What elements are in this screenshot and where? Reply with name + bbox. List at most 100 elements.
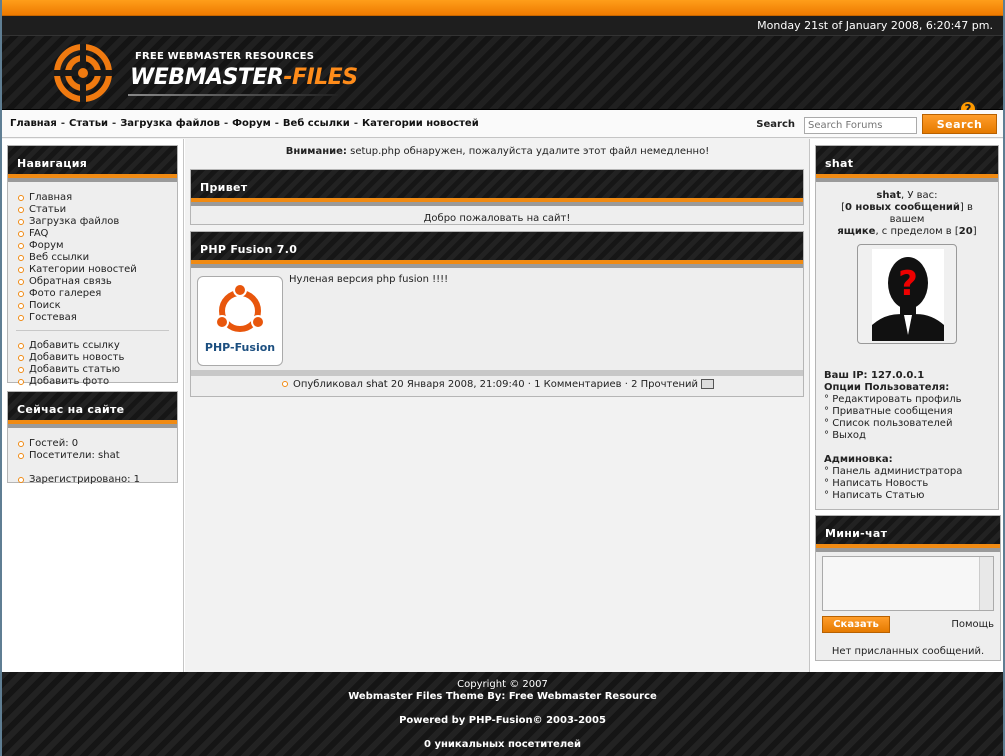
top-navigation: Главная - Статьи - Загрузка файлов - Форум - Веб…	[2, 110, 1003, 138]
online-guests: Гостей: 0	[16, 438, 169, 450]
online-registered: Зарегистрировано: 1	[16, 474, 169, 486]
news-reads: 2 Прочтений	[631, 379, 699, 390]
nav-separator: -	[274, 118, 279, 129]
user-panel-title: shat	[816, 146, 998, 182]
nav-item-contact[interactable]: Обратная связь	[16, 276, 169, 288]
avatar: ?	[857, 244, 957, 344]
online-visitors: Посетители: shat	[16, 450, 169, 462]
nav-item-articles[interactable]: Статьи	[16, 204, 169, 216]
bullet-icon	[18, 355, 24, 361]
footer-theme-credit[interactable]: Webmaster Files Theme By: Free Webmaster…	[2, 691, 1003, 703]
bullet-icon	[18, 219, 24, 225]
bullet-icon	[18, 267, 24, 273]
top-orange-bar	[2, 0, 1003, 16]
site-header: FREE WEBMASTER RESOURCES WEBMASTER-FILES…	[2, 36, 1003, 118]
bullet-icon	[18, 379, 24, 385]
nav-item-search[interactable]: Поиск	[16, 300, 169, 312]
nav-separator: -	[60, 118, 66, 129]
bullet-icon	[18, 303, 24, 309]
footer-copyright: Copyright © 2007	[457, 679, 548, 690]
logo-title-main: WEBMASTER	[130, 65, 284, 90]
search-button[interactable]: Search	[922, 114, 997, 134]
nav-item-home[interactable]: Главная	[16, 192, 169, 204]
nav-item-downloads[interactable]: Загрузка файлов	[16, 216, 169, 228]
setup-warning: Внимание: setup.php обнаружен, пожалуйст…	[185, 146, 810, 157]
navigation-panel-title: Навигация	[8, 146, 177, 182]
news-text: Нуленая версия php fusion !!!!	[289, 274, 449, 285]
nav-item-add-article[interactable]: Добавить статью	[16, 364, 169, 376]
right-column: shat shat, У вас: [0 новых сообщений] в …	[811, 139, 1003, 672]
bullet-icon	[18, 243, 24, 249]
site-footer: Copyright © 2007 Webmaster Files Theme B…	[2, 672, 1003, 756]
nav-link-weblinks[interactable]: Веб ссылки	[283, 118, 350, 129]
news-comments-link[interactable]: 1 Комментариев	[534, 379, 621, 390]
option-private-messages[interactable]: ° Приватные сообщения	[824, 406, 990, 418]
nav-links: Главная - Статьи - Загрузка файлов - Форум - Веб…	[10, 118, 479, 129]
nav-item-weblinks[interactable]: Веб ссылки	[16, 252, 169, 264]
search-input[interactable]	[804, 117, 917, 134]
admin-write-news-link[interactable]: ° Написать Новость	[824, 478, 990, 490]
minichat-help-link[interactable]: Помощь	[951, 619, 994, 630]
minichat-messages-area[interactable]	[822, 556, 994, 611]
nav-item-photogallery[interactable]: Фото галерея	[16, 288, 169, 300]
logo-underline	[128, 94, 338, 96]
online-panel: Сейчас на сайте Гостей: 0 Посетители: sh…	[7, 391, 178, 486]
bullet-icon	[18, 279, 24, 285]
news-image-label: PHP-Fusion	[204, 341, 276, 354]
warning-label: Внимание:	[285, 146, 347, 157]
option-members-list[interactable]: ° Список пользователей	[824, 418, 990, 430]
svg-text:?: ?	[898, 264, 918, 304]
minichat-title: Мини-чат	[816, 516, 1000, 552]
navigation-panel: Навигация Главная Статьи Загрузка файлов…	[7, 145, 178, 387]
new-messages-link[interactable]: 0 новых сообщений	[845, 202, 960, 213]
left-column: Навигация Главная Статьи Загрузка файлов…	[2, 139, 184, 672]
footer-powered-by[interactable]: Powered by PHP-Fusion© 2003-2005	[2, 715, 1003, 727]
nav-separator: -	[353, 118, 358, 129]
minichat-empty-text: Нет присланных сообщений.	[831, 646, 985, 657]
minichat-scrollbar[interactable]	[979, 557, 993, 610]
welcome-panel: Привет Добро пожаловать на сайт!	[190, 169, 804, 225]
welcome-panel-title: Привет	[191, 170, 803, 206]
news-meta: Опубликовал shat 20 Января 2008, 21:09:4…	[191, 379, 803, 390]
logo-title-accent: -FILES	[283, 65, 358, 90]
bullet-icon	[18, 255, 24, 261]
logo-title[interactable]: WEBMASTER-FILES	[130, 65, 358, 90]
say-button[interactable]: Сказать	[822, 616, 890, 633]
option-logout[interactable]: ° Выход	[824, 430, 990, 442]
admin-panel-link[interactable]: ° Панель администратора	[824, 466, 990, 478]
nav-link-downloads[interactable]: Загрузка файлов	[120, 118, 220, 129]
bullet-icon	[18, 195, 24, 201]
news-author-link[interactable]: shat	[366, 379, 388, 390]
page-frame: Monday 21st of January 2008, 6:20:47 pm.…	[2, 0, 1003, 756]
bullet-icon	[18, 367, 24, 373]
bullet-icon	[281, 381, 288, 387]
nav-item-add-news[interactable]: Добавить новость	[16, 352, 169, 364]
nav-separator: -	[223, 118, 229, 129]
nav-item-add-link[interactable]: Добавить ссылку	[16, 340, 169, 352]
nav-item-guestbook[interactable]: Гостевая	[16, 312, 169, 324]
user-options-title: Опции Пользователя:	[824, 382, 950, 393]
nav-item-faq[interactable]: FAQ	[16, 228, 169, 240]
nav-link-forum[interactable]: Форум	[232, 118, 271, 129]
main-content: Навигация Главная Статьи Загрузка файлов…	[2, 139, 1003, 672]
nav-item-forum[interactable]: Форум	[16, 240, 169, 252]
news-separator	[191, 370, 803, 376]
admin-write-article-link[interactable]: ° Написать Статью	[824, 490, 990, 502]
news-image[interactable]: PHP-Fusion	[197, 276, 283, 366]
printer-icon[interactable]	[701, 379, 715, 389]
logo-tagline: FREE WEBMASTER RESOURCES	[135, 51, 315, 62]
option-edit-profile[interactable]: ° Редактировать профиль	[824, 394, 990, 406]
news-title[interactable]: PHP Fusion 7.0	[191, 232, 803, 268]
user-ip: Ваш IP: 127.0.0.1	[824, 370, 925, 381]
logo-icon	[54, 44, 112, 102]
nav-divider	[16, 330, 169, 331]
nav-link-news-categories[interactable]: Категории новостей	[362, 118, 479, 129]
unknown-user-icon: ?	[872, 249, 944, 341]
nav-item-add-photo[interactable]: Добавить фото	[16, 376, 169, 388]
bullet-icon	[18, 207, 24, 213]
nav-link-home[interactable]: Главная	[10, 118, 57, 129]
nav-item-news-categories[interactable]: Категории новостей	[16, 264, 169, 276]
user-message-status: shat, У вас: [0 новых сообщений] в вашем…	[837, 190, 977, 237]
bullet-icon	[18, 441, 24, 447]
nav-link-articles[interactable]: Статьи	[69, 118, 108, 129]
